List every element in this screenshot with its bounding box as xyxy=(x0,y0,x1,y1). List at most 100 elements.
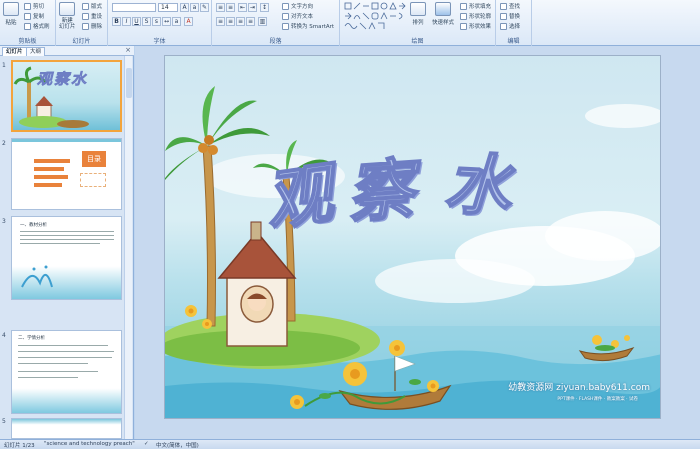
editing-group: 查找 替换 选择 编辑 xyxy=(496,0,532,46)
decrease-indent-button[interactable]: ⇤ xyxy=(238,3,247,12)
align-left-button[interactable]: ≡ xyxy=(216,17,225,26)
font-color-button[interactable]: A xyxy=(184,17,193,26)
delete-icon xyxy=(82,22,89,30)
format-painter-button[interactable]: 格式刷 xyxy=(24,22,50,30)
fill-bucket-icon xyxy=(460,2,467,10)
slides-panel: 幻灯片 大纲 × 1 观察水 2 目录 3 一、教材分析 4 二、学情分析 5 xyxy=(0,46,134,439)
underline-button[interactable]: U xyxy=(132,17,141,26)
slides-group-label: 幻灯片 xyxy=(72,38,91,45)
bold-button[interactable]: B xyxy=(112,17,121,26)
columns-button[interactable]: ▥ xyxy=(258,17,267,26)
slide-title-char-1: 观 xyxy=(260,153,338,241)
cut-button[interactable]: 剪切 xyxy=(24,2,44,10)
clipboard-group-label: 剪贴板 xyxy=(18,38,37,45)
align-text-icon xyxy=(282,12,289,20)
status-bar: 幻灯片 1/23 "science and technology preach"… xyxy=(0,439,700,449)
slide-title-char-2: 察 xyxy=(344,149,417,233)
smartart-button[interactable]: 转换为 SmartArt xyxy=(282,22,334,30)
quick-styles-button[interactable]: 快速样式 xyxy=(432,2,454,26)
char-spacing-button[interactable]: ↔ xyxy=(162,17,171,26)
copy-button[interactable]: 复制 xyxy=(24,12,44,20)
scissors-icon xyxy=(24,2,31,10)
slide-number: 2 xyxy=(2,140,6,147)
font-group-label: 字体 xyxy=(153,38,166,45)
italic-button[interactable]: I xyxy=(122,17,131,26)
align-center-button[interactable]: ≡ xyxy=(226,17,235,26)
current-slide[interactable]: 观 察 水 幼教资源网 ziyuan.baby611.com PPT课件 · F… xyxy=(164,55,661,419)
font-name-dropdown[interactable] xyxy=(112,3,156,12)
slide-thumbnail-1[interactable]: 观察水 xyxy=(11,60,122,132)
clipboard-group: 粘贴 剪切 复制 格式刷 剪贴板 xyxy=(0,0,56,46)
watermark-site: 幼教资源网 ziyuan.baby611.com xyxy=(508,383,650,393)
select-button[interactable]: 选择 xyxy=(500,22,520,30)
new-slide-button[interactable]: 新建 幻灯片 xyxy=(59,2,76,30)
increase-indent-button[interactable]: ⇥ xyxy=(248,3,257,12)
bullets-button[interactable]: ≡ xyxy=(216,3,225,12)
strikethrough-button[interactable]: S xyxy=(142,17,151,26)
grow-font-button[interactable]: A xyxy=(180,3,189,12)
thumb-2-title: 目录 xyxy=(82,151,106,167)
scrollbar-thumb[interactable] xyxy=(126,68,132,98)
slide-counter: 幻灯片 1/23 xyxy=(4,443,35,449)
quick-styles-icon xyxy=(435,2,451,16)
replace-button[interactable]: 替换 xyxy=(500,12,520,20)
tab-outline[interactable]: 大纲 xyxy=(26,47,46,56)
slide-number: 1 xyxy=(2,62,6,69)
drawing-group-label: 绘图 xyxy=(411,38,424,45)
close-panel-icon[interactable]: × xyxy=(125,46,131,54)
paste-button[interactable]: 粘贴 xyxy=(3,2,19,26)
text-direction-icon xyxy=(282,2,289,10)
numbering-button[interactable]: ≡ xyxy=(226,3,235,12)
replace-icon xyxy=(500,12,507,20)
pen-icon xyxy=(460,12,467,20)
panel-scrollbar[interactable] xyxy=(124,56,132,439)
thumb-3-splash xyxy=(21,265,53,288)
shadow-button[interactable]: s xyxy=(152,17,161,26)
slide-number: 5 xyxy=(2,418,6,425)
clear-format-button[interactable]: ✎ xyxy=(200,3,209,12)
copy-icon xyxy=(24,12,31,20)
line-spacing-button[interactable]: ↕ xyxy=(260,3,269,12)
tab-slides[interactable]: 幻灯片 xyxy=(2,47,27,56)
smartart-icon xyxy=(282,22,289,30)
reset-icon xyxy=(82,12,89,20)
layout-button[interactable]: 版式 xyxy=(82,2,102,10)
shape-effects-button[interactable]: 形状效果 xyxy=(460,22,491,30)
slide-thumbnail-5[interactable] xyxy=(11,418,122,439)
editing-group-label: 编辑 xyxy=(507,38,520,45)
cursor-icon xyxy=(500,22,507,30)
justify-button[interactable]: ≡ xyxy=(246,17,255,26)
slides-group: 新建 幻灯片 版式 重设 删除 幻灯片 xyxy=(56,0,108,46)
slide-thumbnail-2[interactable]: 目录 xyxy=(11,138,122,210)
new-slide-icon xyxy=(59,2,76,16)
watermark-subtitle: PPT课件 · FLASH课件 · 教案教案 · 试卷 xyxy=(557,397,638,402)
panel-tabs: 幻灯片 大纲 × xyxy=(0,46,134,56)
slide-illustration xyxy=(165,86,660,418)
slide-thumbnail-4[interactable]: 二、学情分析 xyxy=(11,330,122,414)
reset-button[interactable]: 重设 xyxy=(82,12,102,20)
text-direction-button[interactable]: 文字方向 xyxy=(282,2,313,10)
arrange-button[interactable]: 排列 xyxy=(410,2,426,26)
shrink-font-button[interactable]: a xyxy=(190,3,199,12)
spellcheck-icon[interactable]: ✓ xyxy=(144,441,149,447)
shapes-gallery[interactable] xyxy=(344,2,406,30)
shape-outline-button[interactable]: 形状轮廓 xyxy=(460,12,491,20)
find-button[interactable]: 查找 xyxy=(500,2,520,10)
slide-number: 3 xyxy=(2,218,6,225)
paragraph-group: ≡ ≡ ⇤ ⇥ ↕ ≡ ≡ ≡ ≡ ▥ 文字方向 对齐文本 转换为 SmartA… xyxy=(212,0,340,46)
slide-thumbnail-3[interactable]: 一、教材分析 xyxy=(11,216,122,300)
paste-icon xyxy=(3,2,19,16)
theme-name: "science and technology preach" xyxy=(44,441,135,447)
language-indicator[interactable]: 中文(简体，中国) xyxy=(156,441,199,449)
change-case-button[interactable]: a xyxy=(172,17,181,26)
slide-title-char-3: 水 xyxy=(442,143,514,226)
delete-slide-button[interactable]: 删除 xyxy=(82,22,102,30)
thumb-1-title: 观察水 xyxy=(37,70,89,89)
paragraph-group-label: 段落 xyxy=(269,38,282,45)
shape-fill-button[interactable]: 形状填充 xyxy=(460,2,491,10)
align-text-button[interactable]: 对齐文本 xyxy=(282,12,313,20)
layout-icon xyxy=(82,2,89,10)
thumb-4-title: 二、学情分析 xyxy=(18,336,45,341)
font-size-dropdown[interactable]: 14 xyxy=(158,3,178,12)
align-right-button[interactable]: ≡ xyxy=(236,17,245,26)
